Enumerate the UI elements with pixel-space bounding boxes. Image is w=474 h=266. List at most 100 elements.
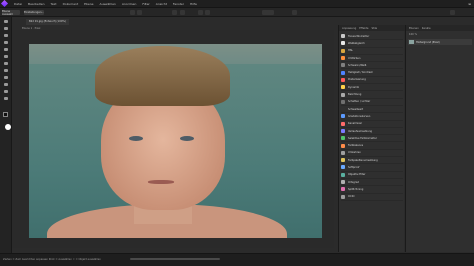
status-text: Ziehen = Zum Ausrichten anpassen Klick =… xyxy=(3,258,101,261)
adjustment-icon xyxy=(341,165,345,170)
menu-bearbeiten[interactable]: Bearbeiten xyxy=(28,2,44,6)
adjustment-item[interactable]: Umkehren xyxy=(341,150,403,158)
adjustment-icon xyxy=(341,180,345,185)
adjustment-item[interactable]: Dynamik xyxy=(341,84,403,92)
layers-panel: Ebenen Kanäle 100 % Hintergrund (Pixel) xyxy=(405,25,474,252)
brush-tool-icon[interactable] xyxy=(3,41,9,45)
tab-ebenen[interactable]: Ebenen xyxy=(409,27,419,30)
link-icon[interactable] xyxy=(262,10,274,15)
menu-ebene[interactable]: Ebene xyxy=(84,2,93,6)
adjustment-item[interactable]: Softproof xyxy=(341,164,403,172)
photo-left-eye xyxy=(129,136,143,141)
adjustment-item[interactable]: Verlaufsumsetzung xyxy=(341,128,403,136)
adjustment-icon xyxy=(341,114,345,119)
settings-button[interactable]: Einstellungen... xyxy=(24,10,44,15)
adjustment-item[interactable]: Farbbalance xyxy=(341,142,403,150)
adjustment-item[interactable]: Kanalmixer xyxy=(341,121,403,128)
menu-dokument[interactable]: Dokument xyxy=(63,2,79,6)
adjustment-label: Posterisierung xyxy=(348,78,366,82)
adjustment-item[interactable]: Umfärben xyxy=(341,55,403,63)
menu-ansicht[interactable]: Ansicht xyxy=(156,2,167,6)
foreground-color-swatch[interactable] xyxy=(3,112,8,117)
adjustment-label: Splitt-Toning xyxy=(348,187,364,191)
layer-thumbnail xyxy=(409,40,414,44)
adjustment-icon xyxy=(341,172,345,177)
adjustment-label: Farbbalance xyxy=(348,144,364,148)
horizontal-scrollbar[interactable] xyxy=(130,258,220,260)
adjustment-icon xyxy=(341,63,345,68)
adjustment-icon xyxy=(341,121,345,126)
move-tool-icon[interactable] xyxy=(3,20,9,24)
adjustment-item[interactable]: Belichtung xyxy=(341,91,403,99)
layer-name: Hintergrund (Pixel) xyxy=(416,40,440,44)
menu-filter[interactable]: Filter xyxy=(142,2,149,6)
document-tab[interactable]: Bild 01.jpg (Entwurf) (100%) xyxy=(26,19,69,25)
adjustment-icon xyxy=(341,85,345,90)
window-controls-icon[interactable]: ⊞ xyxy=(468,2,471,6)
background-color-swatch[interactable] xyxy=(5,124,11,130)
grid-icon[interactable] xyxy=(172,10,177,15)
adjustment-item[interactable]: Weißabgleich xyxy=(341,40,403,48)
crop-tool-icon[interactable] xyxy=(3,34,9,38)
menu-datei[interactable]: Datei xyxy=(14,2,22,6)
layer-opacity[interactable]: 100 % xyxy=(409,33,417,36)
adjustment-item[interactable]: Objektiv-Filter xyxy=(341,172,403,179)
view-icon[interactable] xyxy=(292,10,297,15)
eraser-tool-icon[interactable] xyxy=(3,48,9,52)
adjustment-item[interactable]: Farbpalettenumsetzung xyxy=(341,157,403,165)
menu-anordnen[interactable]: Anordnen xyxy=(122,2,137,6)
photo-mouth xyxy=(148,180,174,184)
zoom-tool-icon[interactable] xyxy=(3,97,9,101)
menu-hilfe[interactable]: Hilfe xyxy=(190,2,197,6)
photo-right-eye xyxy=(180,136,194,141)
photo-hair xyxy=(95,46,230,106)
adjustments-list: Tonwertkorrektur Weißabgleich HSL Umfärben S… xyxy=(341,33,403,201)
adjustment-item[interactable]: Tonwertkorrektur xyxy=(341,33,403,41)
adjustment-label: Schwarz-/Weiß xyxy=(348,63,367,67)
tab-anpassung[interactable]: Anpassung xyxy=(342,27,356,30)
menu-fenster[interactable]: Fenster xyxy=(173,2,184,6)
persona-button[interactable]: Ebene Auswahl xyxy=(2,10,20,16)
adjustment-item[interactable]: Posterisierung xyxy=(341,77,403,85)
menu-text[interactable]: Text xyxy=(51,2,57,6)
snap-icon[interactable] xyxy=(180,10,185,15)
adjustment-item[interactable]: Schwarz-/Weiß xyxy=(341,62,403,70)
studio-icon[interactable] xyxy=(450,10,455,15)
healing-tool-icon[interactable] xyxy=(3,62,9,66)
fill-tool-icon[interactable] xyxy=(3,55,9,59)
portrait-photo[interactable] xyxy=(29,44,322,238)
menu-auswaehlen[interactable]: Auswählen xyxy=(100,2,116,6)
adjustment-icon xyxy=(341,129,345,133)
adjustment-item[interactable]: Splitt-Toning xyxy=(341,186,403,194)
pen-tool-icon[interactable] xyxy=(3,76,9,80)
adjustment-item[interactable]: Schwellwert xyxy=(341,106,403,114)
adjustment-label: Schwellwert xyxy=(348,107,364,111)
select-tool-icon[interactable] xyxy=(3,27,9,31)
distribute-icon[interactable] xyxy=(205,10,210,15)
clone-tool-icon[interactable] xyxy=(3,69,9,73)
adjustment-icon xyxy=(341,92,345,97)
adjustment-label: Weißabgleich xyxy=(348,41,365,45)
arrange-icon[interactable] xyxy=(198,10,203,15)
tab-stile[interactable]: Stile xyxy=(371,27,377,30)
canvas-area[interactable] xyxy=(12,30,346,248)
adjustment-item[interactable]: HSL xyxy=(341,48,403,55)
adjustment-icon xyxy=(341,70,345,75)
adjustment-item[interactable]: Helligkeit / Kontrast xyxy=(341,69,403,77)
status-bar: Ziehen = Zum Ausrichten anpassen Klick =… xyxy=(0,253,474,266)
text-tool-icon[interactable] xyxy=(3,90,9,94)
adjustment-item[interactable]: Gradationskurven xyxy=(341,113,403,121)
shape-tool-icon[interactable] xyxy=(3,83,9,87)
align-icon[interactable] xyxy=(137,10,142,15)
tab-kanaele[interactable]: Kanäle xyxy=(422,27,431,30)
adjustment-item[interactable]: OCIO xyxy=(341,194,403,201)
layer-row[interactable]: Hintergrund (Pixel) xyxy=(408,39,472,45)
app-logo-icon[interactable] xyxy=(0,0,8,8)
transform-icon[interactable] xyxy=(130,10,135,15)
adjustment-item[interactable]: Schatten / Lichter xyxy=(341,99,403,106)
adjustment-item[interactable]: Selektive Farbkorrektur xyxy=(341,135,403,143)
adjustment-item[interactable]: Ortsgrad xyxy=(341,179,403,187)
adjustment-icon xyxy=(341,48,345,53)
adjustment-label: Umkehren xyxy=(348,151,361,155)
tab-effekte[interactable]: Effekte xyxy=(359,27,368,30)
